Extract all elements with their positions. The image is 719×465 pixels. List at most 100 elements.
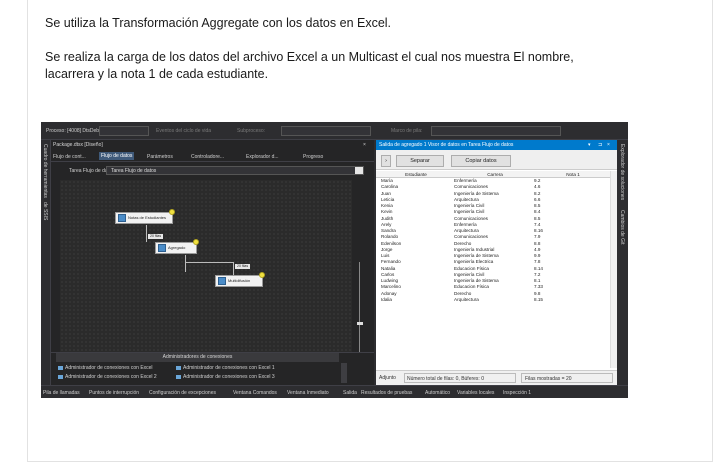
tab-locals[interactable]: Variables locales <box>457 390 494 396</box>
paragraph-intro: Se utiliza la Transformación Aggregate c… <box>45 16 392 30</box>
aggregate-node[interactable]: Agregado <box>155 239 199 254</box>
table-cell: Idalia <box>381 296 392 302</box>
tab-progress[interactable]: Progreso <box>303 154 323 160</box>
data-flow-canvas[interactable]: Notas de Estudiantes 20 filas Agregado 2… <box>60 180 363 360</box>
table-cell: 8.15 <box>534 296 543 302</box>
thread-label: Subproceso: <box>237 128 266 134</box>
debug-toolbar: Proceso: [4008] DtsDebugHost.exe Eventos… <box>41 122 628 140</box>
data-viewer-statusbar: Adjunto Número total de filas: 0, Búfere… <box>376 370 617 385</box>
status-state: Adjunto <box>379 375 396 381</box>
tab-command-window[interactable]: Ventana Comandos <box>233 390 277 396</box>
multicast-icon <box>218 277 226 285</box>
table-row[interactable]: Idalia Arquitectura 8.15 <box>376 297 610 303</box>
data-grid[interactable]: Estudiante Carrera Nota 1 María Enfermerí… <box>376 171 610 303</box>
connection-manager-item[interactable]: Administrador de conexiones con Excel 2 <box>58 374 157 380</box>
validation-indicator <box>169 209 175 215</box>
column-header[interactable]: Estudiante <box>381 171 451 178</box>
data-viewer-window: Salida de agregado 1 Visor de datos en T… <box>376 140 617 385</box>
path-arrow[interactable] <box>185 262 233 263</box>
aggregate-label: Agregado <box>168 245 186 250</box>
multicast-label: Multidifusión <box>228 278 251 283</box>
status-total: Número total de filas: 0, Búferes: 0 <box>407 376 484 382</box>
stack-frame-dropdown[interactable] <box>431 126 561 136</box>
thread-dropdown[interactable] <box>281 126 371 136</box>
pin-icon[interactable]: ⊐ <box>598 140 602 150</box>
data-viewer-toolbar: › Separar Copiar datos <box>376 150 617 170</box>
data-flow-task-bar: Tarea Flujo de datos: Tarea Flujo de dat… <box>51 163 374 177</box>
toolbox-tab[interactable]: Cuadro de herramientas <box>42 144 48 198</box>
status-total-box: Número total de filas: 0, Búferes: 0 <box>404 373 516 383</box>
excel-source-node[interactable]: Notas de Estudiantes <box>115 209 175 224</box>
tab-parameters[interactable]: Parámetros <box>147 154 173 160</box>
data-flow-task-value: Tarea Flujo de datos <box>111 168 157 174</box>
detach-button[interactable]: Separar <box>396 155 444 167</box>
tab-event-handlers[interactable]: Controladore... <box>191 154 224 160</box>
data-flow-task-select[interactable]: Tarea Flujo de datos <box>106 166 364 175</box>
data-viewer-titlebar: Salida de agregado 1 Visor de datos en T… <box>376 140 617 150</box>
git-changes-tab[interactable]: Cambios de Git <box>619 210 625 244</box>
status-shown-box: Filas mostradas = 20 <box>521 373 613 383</box>
rows-label-1: 20 filas <box>148 234 164 239</box>
path-arrow[interactable] <box>146 225 147 242</box>
document-tabs: Package.dtsx [Diseño] × <box>51 140 374 149</box>
right-tool-strip: Explorador de soluciones Cambios de Git <box>617 140 628 385</box>
tab-data-flow[interactable]: Flujo de datos <box>99 152 135 160</box>
process-dropdown[interactable] <box>99 126 149 136</box>
close-icon[interactable]: × <box>363 142 366 148</box>
column-header[interactable]: Carrera <box>454 171 536 178</box>
connection-manager-item[interactable]: Administrador de conexiones con Excel 3 <box>176 374 275 380</box>
validation-indicator <box>259 272 265 278</box>
connection-manager-item[interactable]: Administrador de conexiones con Excel <box>58 365 153 371</box>
excel-icon <box>176 365 181 370</box>
excel-icon <box>58 374 63 379</box>
tab-immediate-window[interactable]: Ventana Inmediato <box>287 390 329 396</box>
connection-managers-scrollbar[interactable] <box>341 363 347 383</box>
play-button[interactable]: › <box>381 155 391 167</box>
chevron-down-icon[interactable] <box>355 167 363 174</box>
ide-screenshot: Proceso: [4008] DtsDebugHost.exe Eventos… <box>41 122 628 398</box>
table-cell: Arquitectura <box>454 296 479 302</box>
close-icon[interactable]: × <box>607 140 610 150</box>
copy-data-button[interactable]: Copiar datos <box>451 155 511 167</box>
data-viewer-title: Salida de agregado 1 Visor de datos en T… <box>379 142 514 148</box>
tab-autos[interactable]: Automático <box>425 390 450 396</box>
designer-subtabs: Flujo de cont... Flujo de datos Parámetr… <box>51 150 374 162</box>
path-arrow[interactable] <box>233 262 234 275</box>
excel-icon <box>58 365 63 370</box>
rows-label-2: 20 filas <box>235 264 251 269</box>
excel-source-label: Notas de Estudiantes <box>128 215 167 220</box>
multicast-node[interactable]: Multidifusión <box>215 272 265 287</box>
grid-header: Estudiante Carrera Nota 1 <box>376 171 610 178</box>
validation-indicator <box>193 239 199 245</box>
column-header[interactable]: Nota 1 <box>538 171 608 178</box>
tab-output[interactable]: Salida <box>343 390 357 396</box>
tab-package-design[interactable]: Package.dtsx [Diseño] <box>53 142 103 148</box>
left-tool-strip: Cuadro de herramientas de SSIS <box>41 140 51 385</box>
tab-breakpoints[interactable]: Puntos de interrupción <box>89 390 139 396</box>
lifecycle-events-label[interactable]: Eventos del ciclo de vida <box>156 128 211 134</box>
connection-managers-title: Administradores de conexiones <box>56 353 339 362</box>
connection-manager-item[interactable]: Administrador de conexiones con Excel 1 <box>176 365 275 371</box>
grid-scrollbar[interactable] <box>610 171 617 368</box>
tab-control-flow[interactable]: Flujo de cont... <box>53 154 86 160</box>
package-designer: Package.dtsx [Diseño] × Flujo de cont...… <box>51 140 374 385</box>
zoom-track <box>359 262 360 352</box>
zoom-knob[interactable] <box>357 322 363 325</box>
solution-explorer-tab[interactable]: Explorador de soluciones <box>619 144 625 200</box>
tab-watch-1[interactable]: Inspección 1 <box>503 390 531 396</box>
bottom-tool-tabs: Pila de llamadas Puntos de interrupción … <box>41 385 628 398</box>
ssis-tab[interactable]: de SSIS <box>42 202 48 220</box>
excel-icon <box>176 374 181 379</box>
status-shown: Filas mostradas = 20 <box>525 376 572 382</box>
path-arrow[interactable] <box>185 255 186 272</box>
excel-source-icon <box>118 214 126 222</box>
tab-call-stack[interactable]: Pila de llamadas <box>43 390 80 396</box>
tab-exception-settings[interactable]: Configuración de excepciones <box>149 390 216 396</box>
stack-frame-label: Marco de pila: <box>391 128 423 134</box>
paragraph-description: Se realiza la carga de los datos del arc… <box>45 50 574 81</box>
tab-test-results[interactable]: Resultados de pruebas <box>361 390 412 396</box>
tab-package-explorer[interactable]: Explorador d... <box>246 154 279 160</box>
connection-managers-panel: Administradores de conexiones Administra… <box>51 352 374 385</box>
zoom-slider[interactable] <box>357 252 363 362</box>
pin-icon[interactable]: ▾ <box>588 140 591 150</box>
